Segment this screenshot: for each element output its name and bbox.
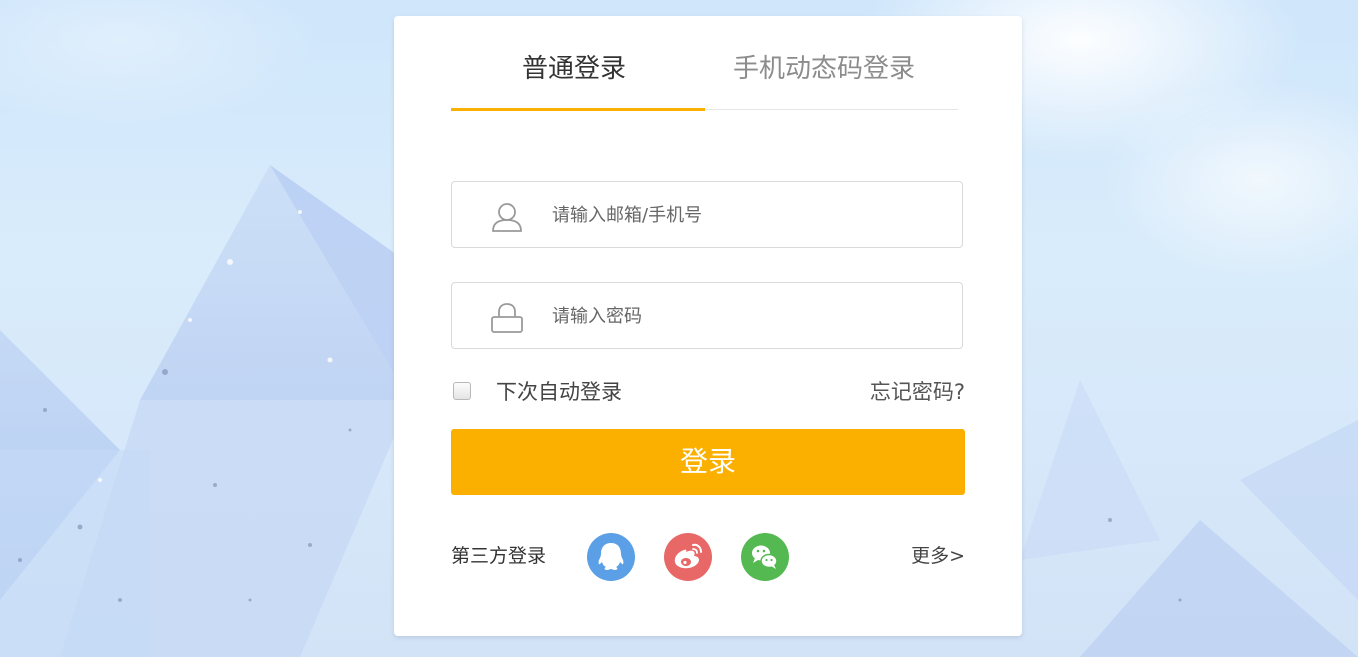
forgot-password-link[interactable]: 忘记密码? bbox=[870, 378, 965, 406]
weibo-icon bbox=[674, 543, 702, 569]
tab-sms-code-login[interactable]: 手机动态码登录 bbox=[733, 52, 915, 86]
qq-login-button[interactable] bbox=[587, 533, 635, 581]
qq-icon bbox=[598, 543, 624, 570]
password-input[interactable] bbox=[552, 301, 942, 331]
password-field[interactable] bbox=[451, 282, 963, 349]
active-tab-indicator bbox=[451, 108, 705, 111]
third-party-label: 第三方登录 bbox=[451, 545, 547, 567]
login-button[interactable]: 登录 bbox=[451, 429, 965, 495]
email-input[interactable] bbox=[552, 200, 942, 230]
weibo-login-button[interactable] bbox=[664, 533, 712, 581]
email-field[interactable] bbox=[451, 181, 963, 248]
tab-normal-login[interactable]: 普通登录 bbox=[522, 52, 626, 86]
third-party-login: 第三方登录 更多> bbox=[451, 531, 965, 583]
login-tabs: 普通登录 手机动态码登录 bbox=[451, 16, 958, 111]
wechat-icon bbox=[752, 545, 778, 569]
more-login-options-link[interactable]: 更多> bbox=[911, 543, 965, 569]
login-card: 普通登录 手机动态码登录 下次自动登录 忘记密码? 登录 第三方登录 bbox=[394, 16, 1022, 636]
user-icon bbox=[492, 203, 522, 232]
remember-label: 下次自动登录 bbox=[496, 380, 622, 404]
remember-checkbox[interactable] bbox=[453, 382, 471, 400]
wechat-login-button[interactable] bbox=[741, 533, 789, 581]
lock-icon bbox=[491, 303, 523, 333]
login-options: 下次自动登录 忘记密码? bbox=[451, 378, 965, 408]
